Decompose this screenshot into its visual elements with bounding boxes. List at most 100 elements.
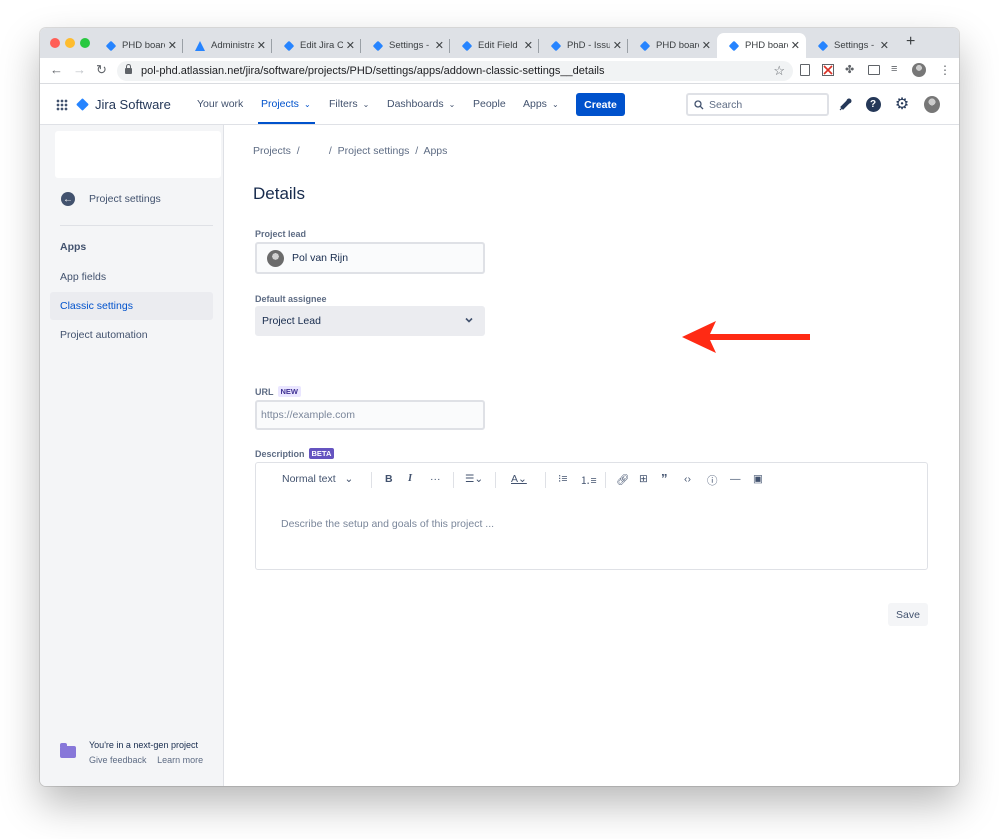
save-button[interactable]: Save <box>888 603 928 626</box>
browser-window: PHD board ✕ Administrat ✕ Edit Jira C ✕ … <box>40 28 959 786</box>
numbered-list-icon[interactable]: ⒈≡ <box>580 473 597 488</box>
align-icon[interactable]: ☰⌄ <box>465 473 483 485</box>
search-box[interactable] <box>686 93 829 116</box>
text-style-dropdown[interactable]: Normal text ⌄ <box>282 473 353 485</box>
notifications-icon[interactable] <box>837 96 853 112</box>
give-feedback-link[interactable]: Give feedback <box>89 755 147 765</box>
jira-icon <box>461 40 473 51</box>
close-tab-icon[interactable]: ✕ <box>613 39 622 52</box>
browser-tab[interactable]: PHD board ✕ <box>628 33 717 58</box>
jira-icon <box>728 40 740 51</box>
nav-projects[interactable]: Projects ⌄ <box>261 98 311 110</box>
divider-icon[interactable]: — <box>730 473 741 485</box>
minimize-window-button[interactable] <box>65 38 75 48</box>
sidebar-item-project-automation[interactable]: Project automation <box>50 321 213 349</box>
user-avatar[interactable] <box>924 95 940 113</box>
url-label: URL NEW <box>255 386 301 397</box>
breadcrumb-project-settings[interactable]: Project settings <box>338 145 410 157</box>
url-input[interactable] <box>257 402 483 428</box>
new-tab-button[interactable]: + <box>906 33 915 51</box>
sidebar-item-classic-settings[interactable]: Classic settings <box>50 292 213 320</box>
browser-tab[interactable]: Edit Jira C ✕ <box>272 33 361 58</box>
forward-arrow-icon[interactable]: → <box>73 62 86 77</box>
close-window-button[interactable] <box>50 38 60 48</box>
reader-icon[interactable] <box>800 64 810 76</box>
browser-tab[interactable]: PhD - Issu ✕ <box>539 33 628 58</box>
close-tab-icon[interactable]: ✕ <box>346 39 355 52</box>
browser-tab[interactable]: Edit Field ✕ <box>450 33 539 58</box>
browser-tab-active[interactable]: PHD board ✕ <box>717 33 806 58</box>
nav-your-work[interactable]: Your work <box>197 98 243 110</box>
back-arrow-icon: ← <box>61 192 75 206</box>
close-tab-icon[interactable]: ✕ <box>880 39 889 52</box>
extension-icon[interactable] <box>822 64 834 76</box>
nav-apps[interactable]: Apps ⌄ <box>523 98 559 110</box>
address-bar[interactable]: pol-phd.atlassian.net/jira/software/proj… <box>117 61 793 81</box>
project-lead-label: Project lead <box>255 229 307 239</box>
breadcrumb-apps[interactable]: Apps <box>423 145 447 157</box>
description-editor[interactable]: Normal text ⌄ B I ··· ☰⌄ A⌄ ⁝≡ ⒈≡ 🔗︎ ⊞ ”… <box>255 462 928 570</box>
main-content: Projects / / Project settings / Apps Det… <box>224 125 959 786</box>
code-icon[interactable]: ‹› <box>684 473 691 485</box>
more-formatting-icon[interactable]: ··· <box>430 473 441 485</box>
text-color-icon[interactable]: A⌄ <box>511 473 527 485</box>
sidebar-item-app-fields[interactable]: App fields <box>50 263 213 291</box>
quote-icon[interactable]: ” <box>661 471 668 486</box>
url-field[interactable] <box>255 400 485 430</box>
browser-tab[interactable]: Administrat ✕ <box>183 33 272 58</box>
jira-logo[interactable]: Jira Software <box>76 97 171 112</box>
user-avatar <box>267 249 284 267</box>
link-icon[interactable]: 🔗︎ <box>616 473 629 486</box>
breadcrumb: Projects / / Project settings / Apps <box>253 145 448 157</box>
jira-icon <box>817 40 829 51</box>
profile-avatar[interactable] <box>912 63 926 77</box>
sidebar-section-heading: Apps <box>60 241 87 253</box>
zoom-window-button[interactable] <box>80 38 90 48</box>
create-button[interactable]: Create <box>576 93 625 116</box>
cast-icon[interactable] <box>868 65 880 75</box>
italic-icon[interactable]: I <box>408 473 412 484</box>
nav-people[interactable]: People <box>473 98 506 110</box>
default-assignee-select[interactable]: Project Lead <box>255 306 485 336</box>
bullet-list-icon[interactable]: ⁝≡ <box>558 473 567 485</box>
jira-icon <box>639 40 651 51</box>
bold-icon[interactable]: B <box>385 473 393 485</box>
settings-gear-icon[interactable]: ⚙ <box>894 96 910 113</box>
back-to-project-settings[interactable]: ← Project settings <box>61 192 161 206</box>
url-text: pol-phd.atlassian.net/jira/software/proj… <box>141 65 605 77</box>
back-arrow-icon[interactable]: ← <box>50 62 63 77</box>
bookmark-star-icon[interactable]: ☆ <box>773 63 785 79</box>
close-tab-icon[interactable]: ✕ <box>257 39 266 52</box>
nav-filters[interactable]: Filters ⌄ <box>329 98 369 110</box>
puzzle-icon[interactable]: ✤ <box>845 63 857 76</box>
date-icon[interactable]: ▣ <box>753 473 763 485</box>
chevron-down-icon: ⌄ <box>448 99 456 109</box>
breadcrumb-projects[interactable]: Projects <box>253 145 291 157</box>
new-badge: NEW <box>277 386 301 397</box>
help-icon[interactable]: ? <box>865 96 881 112</box>
chevron-down-icon <box>465 317 473 323</box>
search-input[interactable] <box>709 98 819 111</box>
info-panel-icon[interactable]: ⓘ <box>707 473 718 488</box>
learn-more-link[interactable]: Learn more <box>157 755 203 765</box>
close-tab-icon[interactable]: ✕ <box>791 39 800 52</box>
browser-tab[interactable]: PHD board ✕ <box>94 33 183 58</box>
more-menu-icon[interactable]: ⋮ <box>939 63 951 77</box>
jira-icon <box>372 40 384 51</box>
close-tab-icon[interactable]: ✕ <box>168 39 177 52</box>
reload-icon[interactable]: ↻ <box>96 62 107 78</box>
project-lead-field[interactable]: Pol van Rijn <box>255 242 485 274</box>
close-tab-icon[interactable]: ✕ <box>435 39 444 52</box>
nav-dashboards[interactable]: Dashboards ⌄ <box>387 98 455 110</box>
close-tab-icon[interactable]: ✕ <box>702 39 711 52</box>
browser-toolbar: ← → ↻ pol-phd.atlassian.net/jira/softwar… <box>40 58 959 84</box>
jira-icon <box>283 40 295 51</box>
app-switcher-icon[interactable] <box>56 99 68 111</box>
jira-icon <box>105 40 117 51</box>
close-tab-icon[interactable]: ✕ <box>524 39 533 52</box>
page-title: Details <box>253 184 305 203</box>
media-icon[interactable]: ≡ <box>891 63 903 75</box>
browser-tab[interactable]: Settings - ✕ <box>806 33 895 58</box>
table-icon[interactable]: ⊞ <box>639 473 648 485</box>
browser-tab[interactable]: Settings - ✕ <box>361 33 450 58</box>
